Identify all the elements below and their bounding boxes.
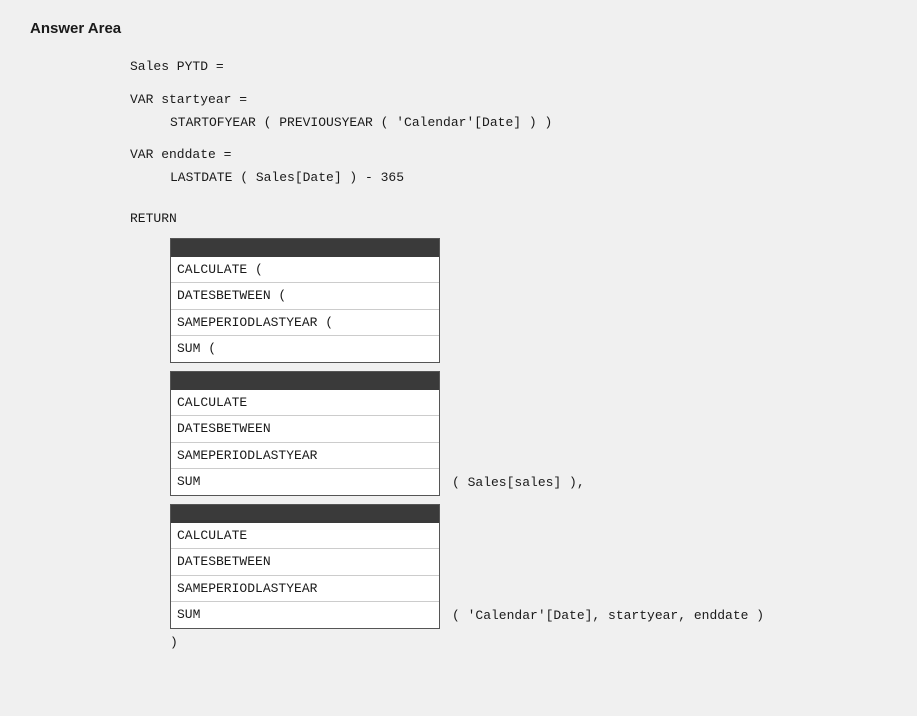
block1-row-3: SUM ( [171,336,439,362]
block3-row-0: CALCULATE [171,523,439,550]
code-line-1: Sales PYTD = [130,57,887,78]
block1-row-1: DATESBETWEEN ( [171,283,439,310]
drag-block-2[interactable]: CALCULATE DATESBETWEEN SAMEPERIODLASTYEA… [170,371,440,496]
block1-row-2: SAMEPERIODLASTYEAR ( [171,310,439,337]
drag-block-3[interactable]: CALCULATE DATESBETWEEN SAMEPERIODLASTYEA… [170,504,440,629]
block1-container: CALCULATE ( DATESBETWEEN ( SAMEPERIODLAS… [170,238,887,363]
block3-suffix: ( 'Calendar'[Date], startyear, enddate ) [440,600,764,623]
drag-block-1-header [171,239,439,257]
drag-block-3-header [171,505,439,523]
block2-row-1: DATESBETWEEN [171,416,439,443]
block2-container: CALCULATE DATESBETWEEN SAMEPERIODLASTYEA… [170,371,887,496]
page-container: Answer Area Sales PYTD = VAR startyear =… [0,0,917,716]
block2-suffix: ( Sales[sales] ), [440,467,585,490]
block2-row-3: SUM [171,469,439,495]
drag-block-2-header [171,372,439,390]
answer-area-label: Answer Area [30,20,887,37]
code-line-4: VAR enddate = [130,145,887,166]
closing-paren: ) [170,635,887,650]
block3-row-2: SAMEPERIODLASTYEAR [171,576,439,603]
drag-block-1[interactable]: CALCULATE ( DATESBETWEEN ( SAMEPERIODLAS… [170,238,440,363]
block1-row-0: CALCULATE ( [171,257,439,284]
code-line-3: STARTOFYEAR ( PREVIOUSYEAR ( 'Calendar'[… [130,113,887,134]
code-line-5: LASTDATE ( Sales[Date] ) - 365 [130,168,887,189]
block2-row-2: SAMEPERIODLASTYEAR [171,443,439,470]
block3-container: CALCULATE DATESBETWEEN SAMEPERIODLASTYEA… [170,504,887,629]
block3-row-1: DATESBETWEEN [171,549,439,576]
block3-row-3: SUM [171,602,439,628]
block2-row-0: CALCULATE [171,390,439,417]
code-line-2: VAR startyear = [130,90,887,111]
code-area: Sales PYTD = VAR startyear = STARTOFYEAR… [130,57,887,650]
code-line-return: RETURN [130,209,887,230]
